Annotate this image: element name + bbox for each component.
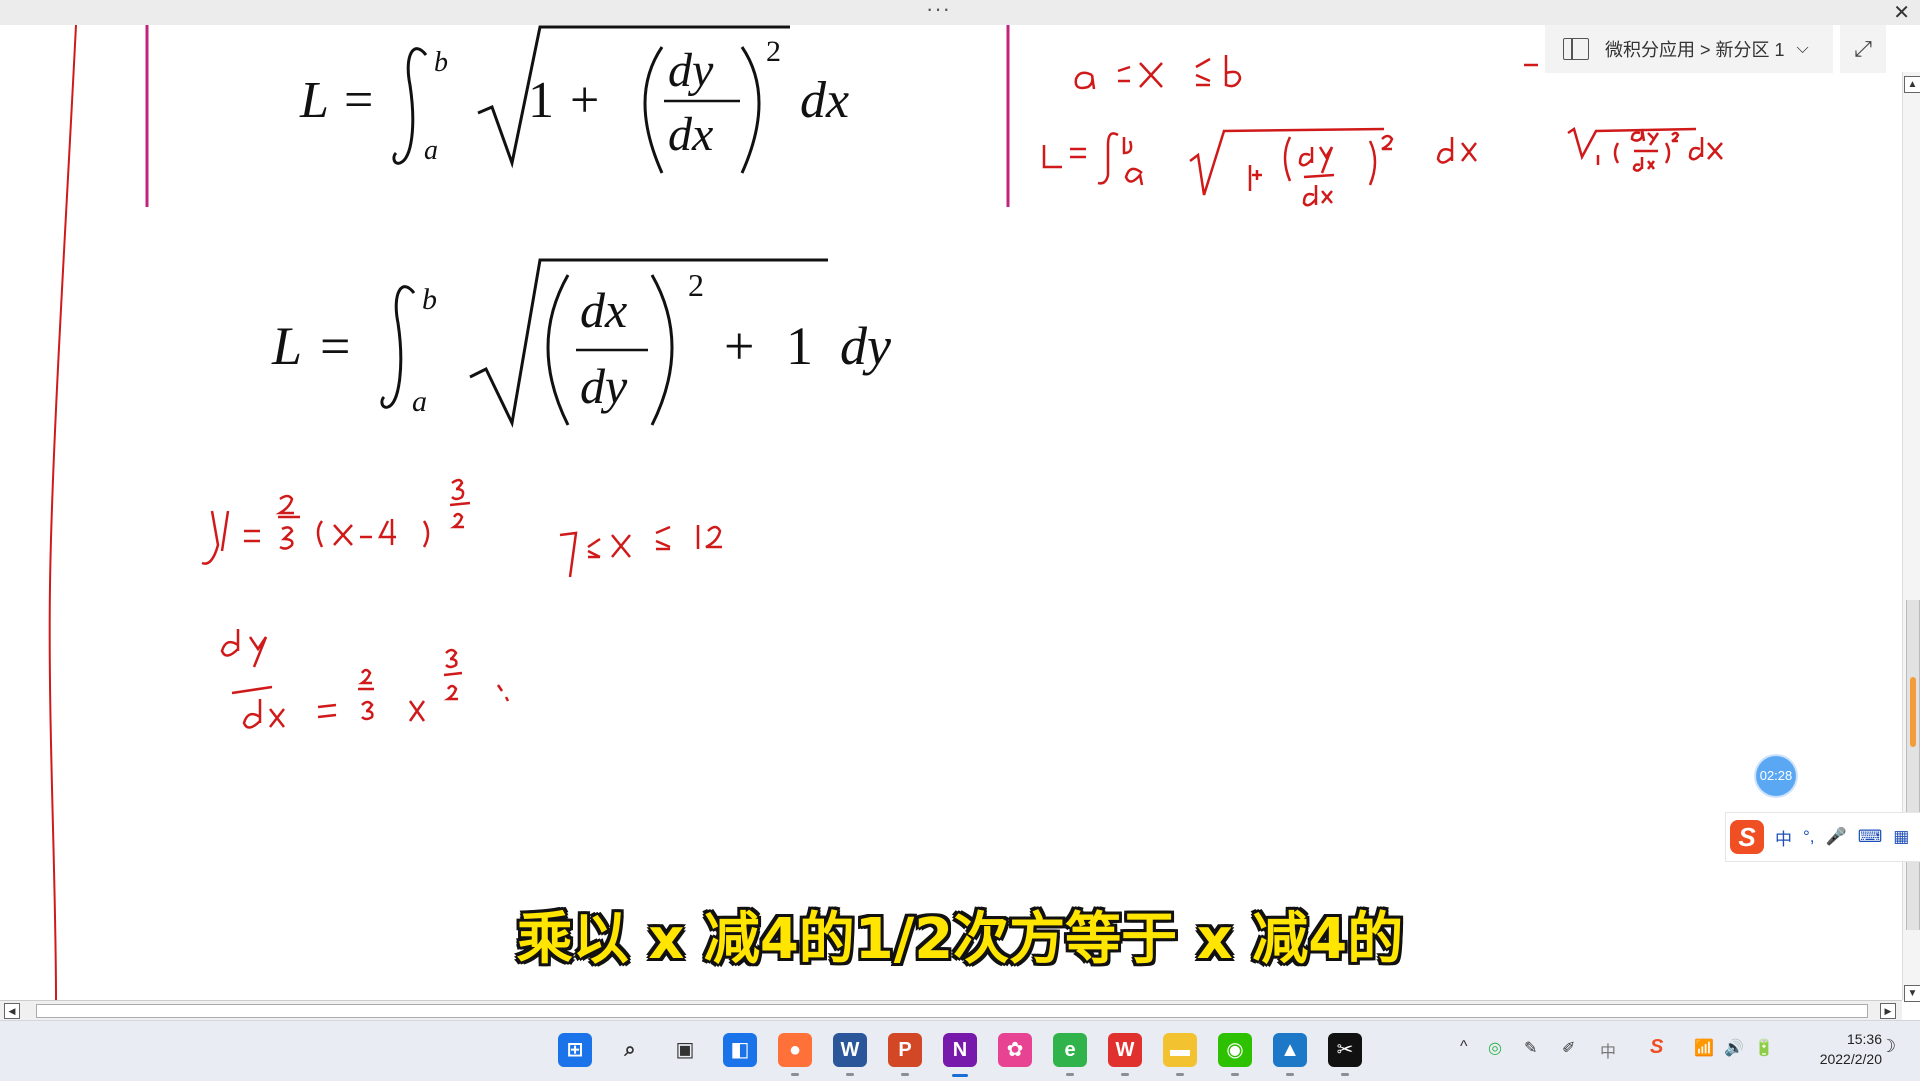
running-indicator	[1176, 1073, 1184, 1076]
taskbar-widgets-icon[interactable]: ◧	[723, 1033, 757, 1067]
formula-symbol: dx	[800, 72, 850, 129]
volume-icon[interactable]: 🔊	[1724, 1038, 1744, 1058]
formula-symbol: b	[434, 47, 448, 78]
formula-symbol: dy	[668, 44, 714, 97]
sogou-logo-icon[interactable]: S	[1730, 820, 1764, 854]
windows-taskbar: ⊞ ⌕ ▣ ◧ ● W P N ✿ e W ▬ ◉ ▲ ✂	[0, 1020, 1920, 1081]
formula-symbol: 1	[786, 316, 813, 376]
more-options-icon[interactable]: ···	[926, 0, 951, 22]
expand-icon[interactable]: ⤢	[1840, 25, 1886, 73]
radical-2	[469, 258, 828, 428]
paren-right-1	[740, 46, 761, 174]
formula-symbol: dy	[580, 358, 628, 414]
handwritten-side-note	[1524, 63, 1723, 172]
scroll-thumb-horizontal[interactable]	[36, 1004, 1868, 1018]
integral-2	[380, 285, 416, 409]
paren-right-2	[650, 274, 674, 426]
handwritten-function-definition	[201, 478, 471, 565]
formula-symbol: a	[412, 385, 427, 418]
scroll-down-icon[interactable]: ▼	[1904, 985, 1920, 1002]
close-icon[interactable]: ✕	[1893, 0, 1910, 25]
running-indicator	[1286, 1073, 1294, 1076]
formula-symbol: b	[422, 283, 437, 316]
taskbar-task-view-icon[interactable]: ▣	[668, 1033, 702, 1067]
notebook-breadcrumb[interactable]: 微积分应用 > 新分区 1 ⌵	[1545, 25, 1833, 73]
tray-sogou-icon[interactable]: S	[1650, 1036, 1663, 1059]
running-indicator	[791, 1073, 799, 1076]
punctuation-icon[interactable]: °,	[1803, 827, 1815, 847]
scroll-right-icon[interactable]: ▶	[1880, 1003, 1896, 1019]
ime-mode-toggle[interactable]: 中	[1775, 825, 1792, 850]
recording-timer: 02:28	[1756, 756, 1796, 796]
scroll-thumb[interactable]	[1906, 600, 1920, 930]
scroll-left-icon[interactable]: ◀	[4, 1003, 20, 1019]
taskbar-wechat-icon[interactable]: ◉	[1218, 1033, 1252, 1076]
toolbox-icon[interactable]: ▦	[1893, 827, 1909, 847]
handwritten-derivative	[220, 629, 510, 729]
tray-language-icon[interactable]: 中	[1600, 1038, 1616, 1062]
handwritten-domain	[559, 525, 722, 578]
handwritten-arc-length-formula	[1042, 127, 1477, 207]
ink-layer	[48, 25, 1723, 1000]
taskbar-capcut-icon[interactable]: ✂	[1328, 1033, 1362, 1076]
formula-symbol: 2	[766, 35, 781, 68]
taskbar-word-icon[interactable]: W	[833, 1033, 867, 1076]
notebook-icon	[1563, 38, 1589, 60]
formula-symbol: dx	[580, 282, 628, 338]
scroll-up-icon[interactable]: ▲	[1904, 76, 1920, 93]
scroll-position-marker	[1910, 677, 1916, 747]
formula-symbol: +	[724, 316, 755, 376]
margin-line-left	[48, 25, 77, 1000]
integral-1	[392, 47, 428, 165]
taskbar-powerpoint-icon[interactable]: P	[888, 1033, 922, 1076]
tray-app-icon[interactable]: ◎	[1488, 1038, 1502, 1058]
formula-symbol: a	[424, 135, 438, 166]
running-indicator	[846, 1073, 854, 1076]
taskbar-search-icon[interactable]: ⌕	[613, 1033, 647, 1067]
formula-symbol: L	[272, 316, 303, 376]
paren-left-1	[643, 46, 664, 174]
tray-stylus-icon[interactable]: ✐	[1562, 1038, 1575, 1058]
formula-symbol: L	[300, 72, 329, 129]
taskbar-start-icon[interactable]: ⊞	[558, 1033, 592, 1067]
taskbar-file-explorer-icon[interactable]: ▬	[1163, 1033, 1197, 1076]
taskbar-photos-icon[interactable]: ▲	[1273, 1033, 1307, 1076]
running-indicator	[1121, 1073, 1129, 1076]
ime-toolbar[interactable]: S 中 °, 🎤 ⌨ ▦	[1725, 812, 1920, 862]
keyboard-icon[interactable]: ⌨	[1858, 827, 1883, 847]
chevron-down-icon[interactable]: ⌵	[1797, 40, 1809, 58]
tray-overflow-icon[interactable]: ^	[1460, 1038, 1468, 1056]
video-subtitle: 乘以 x 减4的1/2次方等于 x 减4的	[516, 907, 1404, 972]
taskbar-browser-e-icon[interactable]: e	[1053, 1033, 1087, 1076]
battery-icon[interactable]: 🔋	[1754, 1038, 1774, 1058]
handwritten-range-a-b	[1074, 55, 1242, 90]
formula-symbol: dy	[840, 316, 891, 376]
formula-symbol: 2	[688, 267, 704, 303]
formula-symbol: =	[320, 316, 351, 376]
system-clock[interactable]: 15:36 2022/2/20	[1790, 1029, 1882, 1069]
running-indicator	[1341, 1073, 1349, 1076]
clock-date: 2022/2/20	[1819, 1051, 1882, 1067]
formula-symbol: +	[570, 72, 600, 129]
taskbar-app-colorful-icon[interactable]: ✿	[998, 1033, 1032, 1067]
taskbar-wps-icon[interactable]: W	[1108, 1033, 1142, 1076]
taskbar-onenote-icon[interactable]: N	[943, 1033, 977, 1077]
breadcrumb-text: 微积分应用 > 新分区 1	[1605, 40, 1785, 60]
running-indicator	[1231, 1073, 1239, 1076]
formula-symbol: =	[344, 72, 374, 129]
formula-symbol: dx	[668, 108, 714, 161]
clock-time: 15:36	[1846, 1031, 1882, 1047]
note-canvas[interactable]: L = b a 1 + dy dx 2 dx L = b a dx dy 2 +…	[0, 25, 1902, 1000]
running-indicator	[1066, 1073, 1074, 1076]
paren-left-2	[546, 274, 570, 426]
taskbar-firefox-icon[interactable]: ●	[778, 1033, 812, 1076]
horizontal-scrollbar[interactable]: ◀ ▶	[0, 1000, 1902, 1021]
window-title-bar: ··· ✕	[0, 0, 1920, 25]
formula-symbol: 1	[528, 72, 554, 129]
tray-pen-icon[interactable]: ✎	[1524, 1038, 1537, 1058]
focus-assist-icon[interactable]: ☽	[1880, 1036, 1896, 1057]
wifi-icon[interactable]: 📶	[1694, 1038, 1714, 1058]
microphone-icon[interactable]: 🎤	[1826, 827, 1847, 847]
running-indicator	[901, 1073, 909, 1076]
